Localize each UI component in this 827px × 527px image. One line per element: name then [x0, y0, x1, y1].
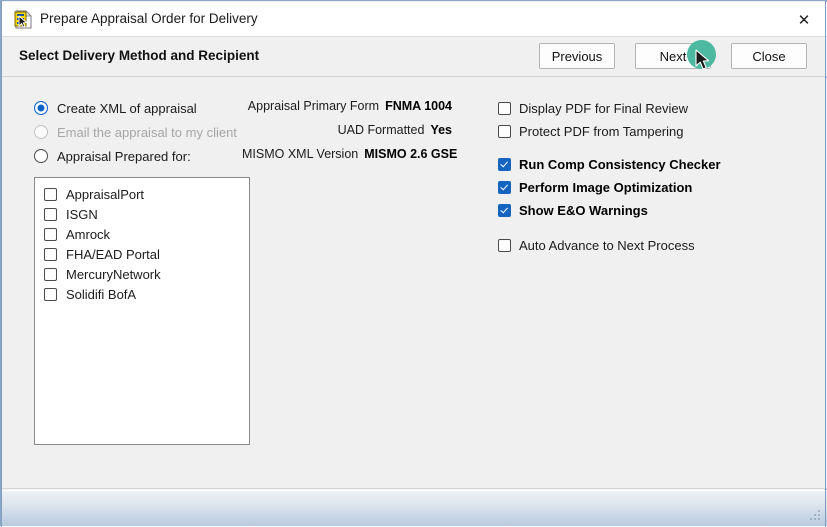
- checkbox-unchecked-icon[interactable]: [44, 287, 57, 301]
- radio-create-xml[interactable]: Create XML of appraisal: [34, 99, 197, 117]
- checkbox-checked-icon: [498, 180, 511, 194]
- list-item-label: AppraisalPort: [66, 186, 145, 202]
- list-item[interactable]: MercuryNetwork: [35, 264, 249, 284]
- info-value: MISMO 2.6 GSE: [364, 147, 458, 161]
- info-label: MISMO XML Version: [242, 147, 359, 161]
- title-bar: Prepare Appraisal Order for Delivery ✕: [2, 2, 827, 37]
- list-item[interactable]: AppraisalPort: [35, 184, 249, 204]
- checkbox-unchecked-icon[interactable]: [44, 207, 57, 221]
- radio-label: Appraisal Prepared for:: [57, 148, 191, 164]
- next-button[interactable]: Next: [635, 43, 711, 69]
- checkbox-label: Protect PDF from Tampering: [519, 123, 684, 139]
- dialog-window: Prepare Appraisal Order for Delivery ✕ S…: [0, 0, 827, 527]
- checkbox-label: Perform Image Optimization: [519, 179, 693, 195]
- radio-appraisal-prepared-for[interactable]: Appraisal Prepared for:: [34, 147, 191, 165]
- dialog-content: Create XML of appraisal Email the apprai…: [2, 78, 827, 489]
- list-item-label: FHA/EAD Portal: [66, 246, 160, 262]
- page-title: Select Delivery Method and Recipient: [19, 48, 260, 63]
- radio-unselected-icon: [34, 149, 48, 163]
- list-item[interactable]: Solidifi BofA: [35, 284, 249, 304]
- info-label: Appraisal Primary Form: [247, 99, 380, 113]
- checkbox-unchecked-icon[interactable]: [44, 267, 57, 281]
- checkbox-auto-advance-next-process[interactable]: Auto Advance to Next Process: [498, 236, 695, 254]
- info-label: UAD Formatted: [337, 123, 425, 137]
- checkbox-label: Auto Advance to Next Process: [519, 237, 695, 253]
- recipient-list[interactable]: AppraisalPort ISGN Amrock FHA/EAD Portal…: [34, 177, 250, 445]
- info-value: FNMA 1004: [385, 99, 452, 113]
- checkbox-unchecked-icon: [498, 124, 511, 138]
- window-close-icon[interactable]: ✕: [781, 3, 827, 36]
- radio-selected-icon: [34, 101, 48, 115]
- radio-unselected-disabled-icon: [34, 125, 48, 139]
- list-item-label: Solidifi BofA: [66, 286, 137, 302]
- list-item-label: MercuryNetwork: [66, 266, 161, 282]
- checkbox-unchecked-icon[interactable]: [44, 247, 57, 261]
- checkbox-display-pdf-final-review[interactable]: Display PDF for Final Review: [498, 99, 688, 117]
- checkbox-run-comp-consistency-checker[interactable]: Run Comp Consistency Checker: [498, 155, 721, 173]
- checkbox-unchecked-icon: [498, 101, 511, 115]
- info-value: Yes: [430, 123, 452, 137]
- status-bar: [2, 490, 827, 526]
- checkbox-label: Display PDF for Final Review: [519, 100, 689, 116]
- list-item-label: Amrock: [66, 226, 111, 242]
- window-border-right: [825, 1, 826, 527]
- checkbox-label: Show E&O Warnings: [519, 202, 648, 218]
- previous-button[interactable]: Previous: [539, 43, 615, 69]
- info-appraisal-primary-form: Appraisal Primary Form FNMA 1004: [242, 99, 452, 117]
- info-uad-formatted: UAD Formatted Yes: [242, 123, 452, 141]
- resize-grip-icon[interactable]: [810, 510, 823, 523]
- info-mismo-xml-version: MISMO XML Version MISMO 2.6 GSE: [242, 147, 457, 165]
- checkbox-unchecked-icon: [498, 238, 511, 252]
- list-item[interactable]: Amrock: [35, 224, 249, 244]
- radio-label: Create XML of appraisal: [57, 100, 197, 116]
- checkbox-perform-image-optimization[interactable]: Perform Image Optimization: [498, 178, 692, 196]
- checkbox-checked-icon: [498, 203, 511, 217]
- window-title: Prepare Appraisal Order for Delivery: [40, 11, 258, 26]
- window-border-left: [1, 1, 2, 527]
- list-item[interactable]: ISGN: [35, 204, 249, 224]
- checkbox-unchecked-icon[interactable]: [44, 227, 57, 241]
- checkbox-checked-icon: [498, 157, 511, 171]
- checkbox-unchecked-icon[interactable]: [44, 187, 57, 201]
- radio-label: Email the appraisal to my client: [57, 124, 237, 140]
- checkbox-label: Run Comp Consistency Checker: [519, 156, 721, 172]
- checkbox-show-eo-warnings[interactable]: Show E&O Warnings: [498, 201, 648, 219]
- list-item[interactable]: FHA/EAD Portal: [35, 244, 249, 264]
- list-item-label: ISGN: [66, 206, 98, 222]
- radio-email-client: Email the appraisal to my client: [34, 123, 237, 141]
- checkbox-protect-pdf-tampering[interactable]: Protect PDF from Tampering: [498, 122, 683, 140]
- close-button[interactable]: Close: [731, 43, 807, 69]
- appraisal-document-icon: [14, 10, 33, 29]
